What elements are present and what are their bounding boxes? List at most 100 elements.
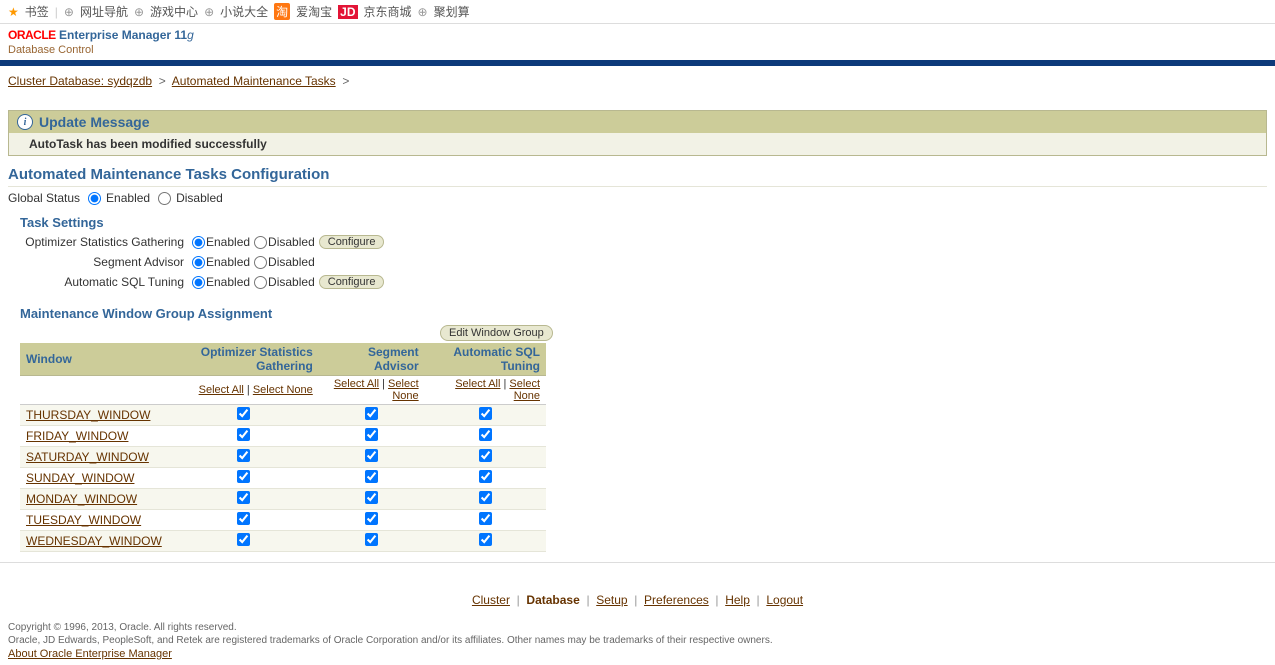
window-link[interactable]: FRIDAY_WINDOW <box>26 429 128 443</box>
window-checkbox[interactable] <box>237 449 250 462</box>
window-link[interactable]: TUESDAY_WINDOW <box>26 513 141 527</box>
star-icon: ★ <box>8 5 19 19</box>
global-status-row: Global Status Enabled Disabled <box>0 187 1275 209</box>
col-window: Window <box>20 343 168 376</box>
select-all-link[interactable]: Select All <box>199 384 244 396</box>
table-row: MONDAY_WINDOW <box>20 489 546 510</box>
configure-optimizer-button[interactable]: Configure <box>319 235 385 249</box>
task-row-optimizer: Optimizer Statistics Gathering Enabled D… <box>16 232 1267 252</box>
select-none-link[interactable]: Select None <box>253 384 313 396</box>
window-checkbox[interactable] <box>479 533 492 546</box>
breadcrumb: Cluster Database: sydqzdb > Automated Ma… <box>0 66 1275 88</box>
window-checkbox[interactable] <box>237 470 250 483</box>
globe-icon: ⊕ <box>134 5 144 19</box>
window-checkbox[interactable] <box>365 449 378 462</box>
bookmark-item[interactable]: 聚划算 <box>434 3 470 20</box>
window-checkbox[interactable] <box>237 533 250 546</box>
table-row: THURSDAY_WINDOW <box>20 405 546 426</box>
select-all-link[interactable]: Select All <box>455 378 500 390</box>
bookmark-item[interactable]: 爱淘宝 <box>296 3 332 20</box>
database-control-label: Database Control <box>0 44 1275 60</box>
about-link[interactable]: About Oracle Enterprise Manager <box>8 648 172 660</box>
window-checkbox[interactable] <box>365 512 378 525</box>
bookmark-item[interactable]: 游戏中心 <box>150 3 198 20</box>
window-link[interactable]: SATURDAY_WINDOW <box>26 450 149 464</box>
window-checkbox[interactable] <box>365 470 378 483</box>
window-checkbox[interactable] <box>479 491 492 504</box>
footer-database-link[interactable]: Database <box>526 593 579 607</box>
edit-window-group-button[interactable]: Edit Window Group <box>440 325 553 341</box>
window-link[interactable]: THURSDAY_WINDOW <box>26 408 150 422</box>
optimizer-enabled-radio[interactable] <box>192 236 205 249</box>
enabled-label: Enabled <box>206 275 250 289</box>
table-row: FRIDAY_WINDOW <box>20 426 546 447</box>
table-row: SUNDAY_WINDOW <box>20 468 546 489</box>
window-checkbox[interactable] <box>365 407 378 420</box>
bookmark-item[interactable]: 京东商城 <box>364 3 412 20</box>
footer-preferences-link[interactable]: Preferences <box>644 593 709 607</box>
header: ORACLE Enterprise Manager 11g <box>0 24 1275 44</box>
bookmark-item[interactable]: 小说大全 <box>220 3 268 20</box>
sqltuning-disabled-radio[interactable] <box>254 276 267 289</box>
col-optimizer: Optimizer Statistics Gathering <box>168 343 319 376</box>
segment-enabled-radio[interactable] <box>192 256 205 269</box>
window-checkbox[interactable] <box>237 512 250 525</box>
window-checkbox[interactable] <box>479 512 492 525</box>
global-status-label: Global Status <box>8 191 80 205</box>
task-row-segment: Segment Advisor Enabled Disabled <box>16 252 1267 272</box>
brand-version: g <box>187 28 194 42</box>
select-none-link[interactable]: Select None <box>388 378 419 402</box>
update-title: Update Message <box>39 114 149 130</box>
crumb-cluster-db[interactable]: Cluster Database: sydqzdb <box>8 74 152 88</box>
window-checkbox[interactable] <box>237 407 250 420</box>
select-all-link[interactable]: Select All <box>334 378 379 390</box>
task-label: Optimizer Statistics Gathering <box>16 235 188 249</box>
segment-disabled-radio[interactable] <box>254 256 267 269</box>
window-link[interactable]: WEDNESDAY_WINDOW <box>26 534 162 548</box>
separator: | <box>55 5 58 19</box>
window-checkbox[interactable] <box>365 491 378 504</box>
window-link[interactable]: MONDAY_WINDOW <box>26 492 137 506</box>
disabled-label: Disabled <box>176 191 223 205</box>
window-checkbox[interactable] <box>479 407 492 420</box>
footer-cluster-link[interactable]: Cluster <box>472 593 510 607</box>
optimizer-disabled-radio[interactable] <box>254 236 267 249</box>
window-checkbox[interactable] <box>479 470 492 483</box>
window-checkbox[interactable] <box>237 491 250 504</box>
col-segment: Segment Advisor <box>319 343 425 376</box>
bookmark-item[interactable]: 网址导航 <box>80 3 128 20</box>
footer-setup-link[interactable]: Setup <box>596 593 627 607</box>
copyright-block: Copyright © 1996, 2013, Oracle. All righ… <box>0 617 1275 665</box>
sqltuning-enabled-radio[interactable] <box>192 276 205 289</box>
task-label: Automatic SQL Tuning <box>16 275 188 289</box>
global-status-disabled-radio[interactable] <box>158 192 171 205</box>
col-sqltuning: Automatic SQL Tuning <box>425 343 546 376</box>
task-row-sqltuning: Automatic SQL Tuning Enabled Disabled Co… <box>16 272 1267 292</box>
configure-sqltuning-button[interactable]: Configure <box>319 275 385 289</box>
globe-icon: ⊕ <box>418 5 428 19</box>
crumb-amt[interactable]: Automated Maintenance Tasks <box>172 74 336 88</box>
window-checkbox[interactable] <box>365 533 378 546</box>
window-checkbox[interactable] <box>237 428 250 441</box>
table-row: WEDNESDAY_WINDOW <box>20 531 546 552</box>
window-checkbox[interactable] <box>365 428 378 441</box>
disabled-label: Disabled <box>268 275 315 289</box>
window-link[interactable]: SUNDAY_WINDOW <box>26 471 134 485</box>
window-checkbox[interactable] <box>479 428 492 441</box>
enabled-label: Enabled <box>106 191 150 205</box>
globe-icon: ⊕ <box>204 5 214 19</box>
task-settings-title: Task Settings <box>20 215 1267 230</box>
brand-oracle: ORACLE <box>8 28 56 42</box>
select-none-link[interactable]: Select None <box>509 378 540 402</box>
global-status-enabled-radio[interactable] <box>88 192 101 205</box>
brand-em: Enterprise Manager 11 <box>59 28 187 42</box>
info-icon: i <box>17 114 33 130</box>
bookmark-star-label[interactable]: 书签 <box>25 3 49 20</box>
disabled-label: Disabled <box>268 255 315 269</box>
bookmark-bar: ★ 书签 | ⊕ 网址导航 ⊕ 游戏中心 ⊕ 小说大全 淘 爱淘宝 JD 京东商… <box>0 0 1275 24</box>
globe-icon: ⊕ <box>64 5 74 19</box>
footer-help-link[interactable]: Help <box>725 593 750 607</box>
footer-logout-link[interactable]: Logout <box>766 593 803 607</box>
window-checkbox[interactable] <box>479 449 492 462</box>
update-text: AutoTask has been modified successfully <box>9 133 1266 155</box>
